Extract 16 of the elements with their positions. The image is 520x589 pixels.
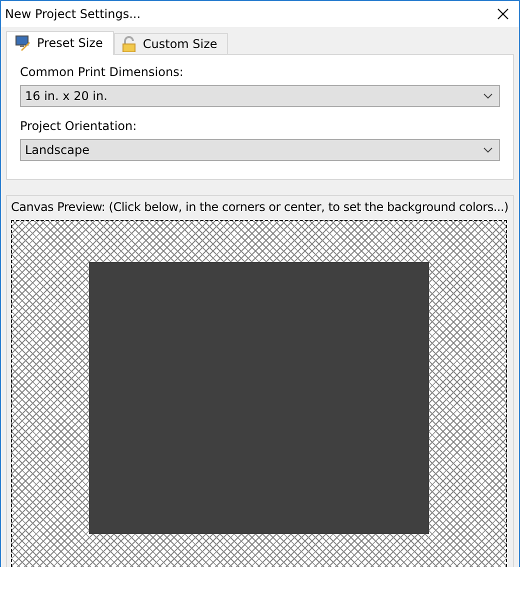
dropdown[interactable]: Landscape: [20, 139, 500, 161]
field-label: Project Orientation:: [20, 119, 138, 133]
window-title: New Project Settings...: [5, 7, 141, 21]
lock-icon: [120, 36, 137, 52]
field-label: Common Print Dimensions:: [20, 65, 184, 79]
tab-label: Preset Size: [37, 36, 103, 50]
tab[interactable]: Custom Size: [114, 33, 228, 54]
tab[interactable]: Preset Size: [6, 31, 114, 55]
close-button[interactable]: [495, 6, 511, 22]
monitor-pencil-icon: [15, 35, 31, 51]
dropdown[interactable]: 16 in. x 20 in.: [20, 85, 500, 107]
chevron-down-icon: [483, 147, 493, 153]
close-icon: [497, 8, 509, 20]
section-label: Canvas Preview: (Click below, in the corners or center, to set the background colors...): [11, 200, 507, 214]
tab-label: Custom Size: [142, 37, 218, 51]
chevron-down-icon: [483, 93, 493, 99]
